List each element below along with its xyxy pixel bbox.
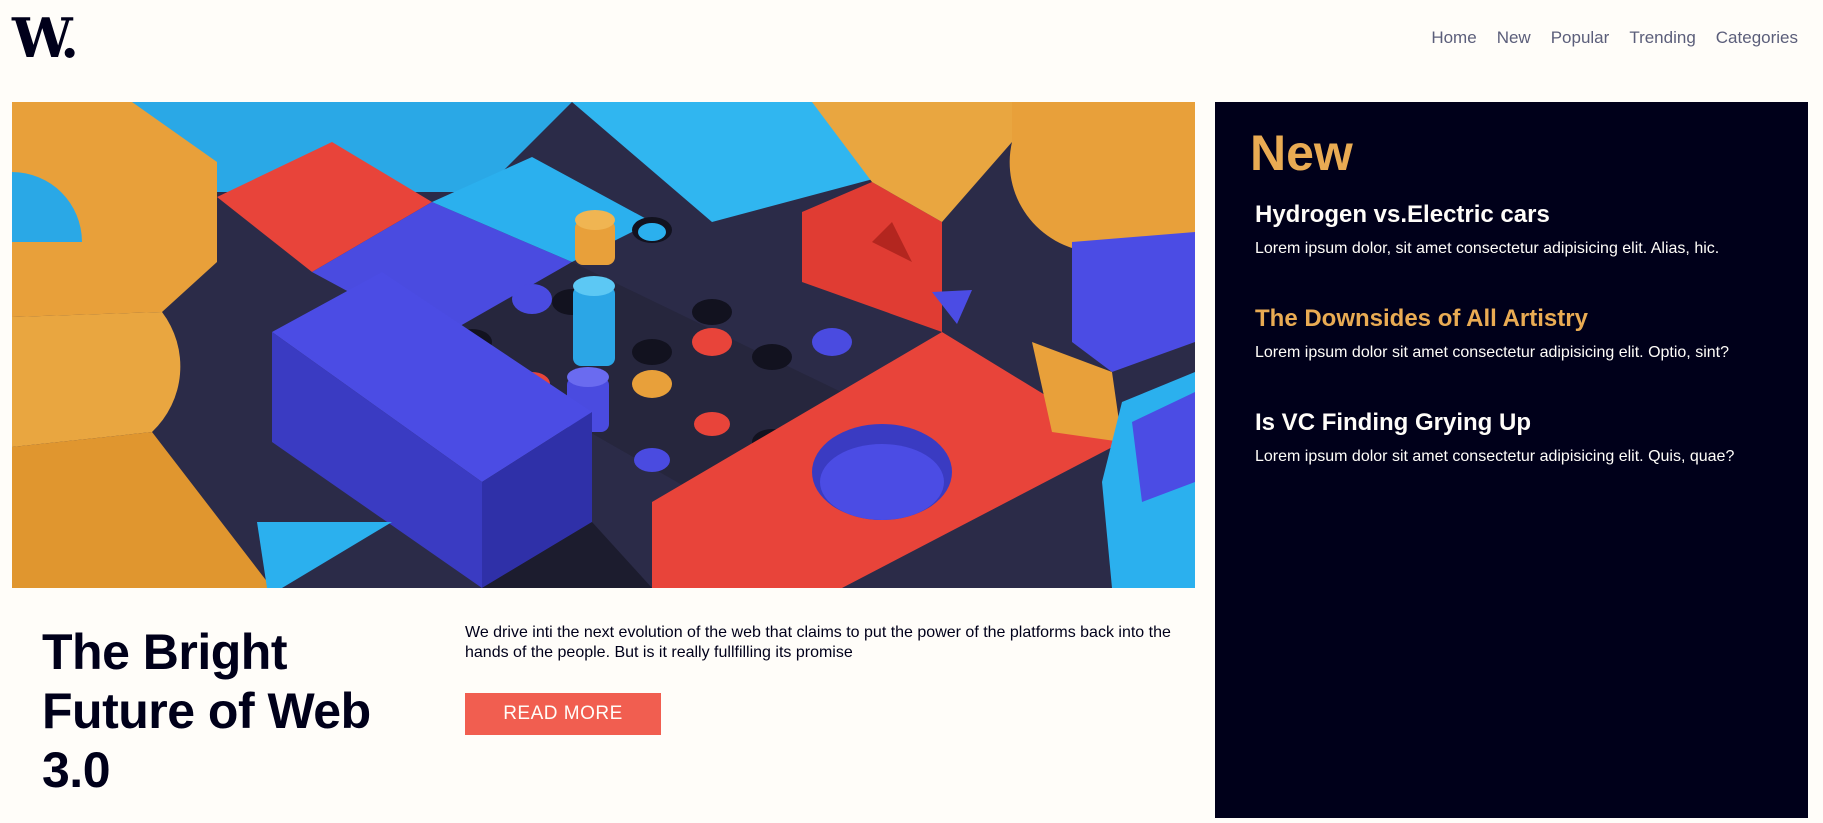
nav-link-popular[interactable]: Popular xyxy=(1551,28,1610,48)
featured-description: We drive inti the next evolution of the … xyxy=(465,624,1171,661)
hero-image xyxy=(12,102,1195,588)
nav-link-trending[interactable]: Trending xyxy=(1629,28,1695,48)
sidebar-article-summary: Lorem ipsum dolor sit amet consectetur a… xyxy=(1255,344,1729,361)
sidebar-article-title[interactable]: The Downsides of All Artistry xyxy=(1255,304,1795,334)
sidebar-article: Hydrogen vs.Electric cars Lorem ipsum do… xyxy=(1255,200,1795,259)
main-nav: Home New Popular Trending Categories xyxy=(1431,28,1798,48)
nav-link-categories[interactable]: Categories xyxy=(1716,28,1798,48)
featured-title[interactable]: The Bright Future of Web 3.0 xyxy=(42,623,422,800)
nav-link-new[interactable]: New xyxy=(1497,28,1531,48)
read-more-button[interactable]: READ MORE xyxy=(465,693,661,735)
nav-link-home[interactable]: Home xyxy=(1431,28,1476,48)
sidebar-article-summary: Lorem ipsum dolor, sit amet consectetur … xyxy=(1255,240,1720,257)
site-logo[interactable]: W. xyxy=(12,8,79,68)
site-header: W. Home New Popular Trending Categories xyxy=(0,0,1823,80)
sidebar-article: Is VC Finding Grying Up Lorem ipsum dolo… xyxy=(1255,408,1795,467)
hero-illustration xyxy=(12,102,1195,588)
new-articles-sidebar: New Hydrogen vs.Electric cars Lorem ipsu… xyxy=(1215,102,1808,818)
sidebar-article-summary: Lorem ipsum dolor sit amet consectetur a… xyxy=(1255,448,1735,465)
sidebar-article-title[interactable]: Is VC Finding Grying Up xyxy=(1255,408,1795,438)
sidebar-title: New xyxy=(1250,125,1353,181)
sidebar-article-title[interactable]: Hydrogen vs.Electric cars xyxy=(1255,200,1795,230)
featured-article: The Bright Future of Web 3.0 We drive in… xyxy=(12,588,1195,818)
sidebar-article: The Downsides of All Artistry Lorem ipsu… xyxy=(1255,304,1795,363)
